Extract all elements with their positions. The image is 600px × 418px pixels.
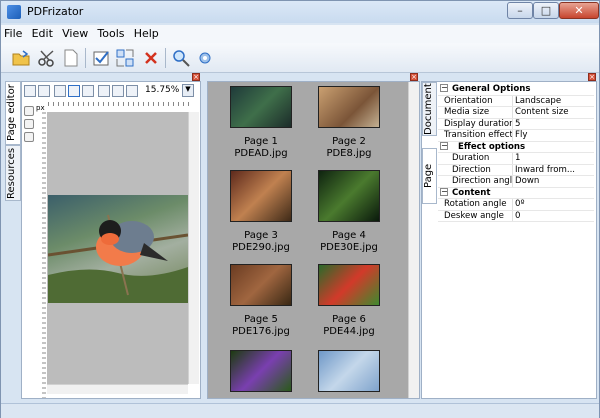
fit-width-icon[interactable] xyxy=(54,85,66,97)
properties-panel: × Document Page − General Options Orient… xyxy=(421,73,597,399)
page-file: PDEAD.jpg xyxy=(234,148,288,159)
category-content[interactable]: − Content xyxy=(438,187,594,199)
zoom-level[interactable]: 15.75% xyxy=(145,85,179,95)
page-thumbnail xyxy=(230,86,292,128)
menu-tools[interactable]: Tools xyxy=(94,25,127,42)
collapse-icon[interactable]: − xyxy=(440,84,448,92)
toolbar xyxy=(1,43,599,73)
editor-close-icon[interactable]: × xyxy=(192,73,200,81)
page-thumbnail xyxy=(318,170,380,222)
page-icon[interactable] xyxy=(38,85,50,97)
page-item-4[interactable]: Page 4 PDE30E.jpg xyxy=(304,170,394,254)
page-file: PDE8.jpg xyxy=(326,148,372,159)
scissors-icon[interactable] xyxy=(37,48,57,68)
app-icon xyxy=(7,5,21,19)
zoom-dropdown-icon[interactable]: ▼ xyxy=(182,84,194,97)
editor-toolbar: 15.75% ▼ xyxy=(24,83,200,101)
prop-direction-angle[interactable]: Direction angle Down xyxy=(438,176,594,188)
window-title: PDFrizator xyxy=(27,5,84,18)
pages-close-icon[interactable]: × xyxy=(410,73,418,81)
page-file: PDE30E.jpg xyxy=(320,242,378,253)
minimize-button[interactable]: – xyxy=(507,2,533,19)
page-label: Page 2 xyxy=(332,136,366,147)
select-icon[interactable] xyxy=(115,48,135,68)
page-item-2[interactable]: Page 2 PDE8.jpg xyxy=(304,86,394,160)
page-label: Page 1 xyxy=(244,136,278,147)
rotate-icon[interactable] xyxy=(126,85,138,97)
properties-close-icon[interactable]: × xyxy=(588,73,596,81)
prop-media-size[interactable]: Media size Content size xyxy=(438,107,594,119)
tab-page[interactable]: Page xyxy=(422,148,437,204)
ruler-unit: px xyxy=(36,104,45,112)
hand-tool-icon[interactable] xyxy=(24,106,34,116)
fit-height-icon[interactable] xyxy=(82,85,94,97)
editor-vertical-scrollbar[interactable] xyxy=(188,112,199,384)
page-label: Page 4 xyxy=(332,230,366,241)
prop-deskew-angle[interactable]: Deskew angle 0 xyxy=(438,210,594,222)
page-item-5[interactable]: Page 5 PDE176.jpg xyxy=(216,264,306,338)
page-item-3[interactable]: Page 3 PDE290.jpg xyxy=(216,170,306,254)
grid-icon[interactable] xyxy=(24,85,36,97)
collapse-icon[interactable]: − xyxy=(440,187,448,196)
prop-direction[interactable]: Direction Inward from... xyxy=(438,164,594,176)
crop-tool-icon[interactable] xyxy=(24,132,34,142)
tab-page-editor[interactable]: Page editor xyxy=(5,81,21,145)
page-thumbnail xyxy=(318,350,380,392)
check-icon[interactable] xyxy=(91,48,111,68)
page-label: Page 5 xyxy=(244,314,278,325)
prop-display-duration[interactable]: Display duration 5 xyxy=(438,118,594,130)
category-general[interactable]: − General Options xyxy=(438,84,594,96)
collapse-icon[interactable]: − xyxy=(440,141,448,150)
maximize-button[interactable]: □ xyxy=(533,2,559,19)
menu-view[interactable]: View xyxy=(59,25,91,42)
prop-orientation[interactable]: Orientation Landscape xyxy=(438,95,594,107)
open-icon[interactable] xyxy=(11,48,31,68)
delete-icon[interactable] xyxy=(141,48,161,68)
title-bar: PDFrizator – □ ✕ xyxy=(1,1,599,23)
close-button[interactable]: ✕ xyxy=(559,2,599,19)
page-item-6[interactable]: Page 6 PDE44.jpg xyxy=(304,264,394,338)
page-item-1[interactable]: Page 1 PDEAD.jpg xyxy=(216,86,306,160)
page-thumbnail xyxy=(318,86,380,128)
settings-icon[interactable] xyxy=(195,48,215,68)
prop-duration[interactable]: Duration 1 xyxy=(438,153,594,165)
search-icon[interactable] xyxy=(171,48,191,68)
horizontal-ruler xyxy=(48,102,189,112)
page-thumbnail xyxy=(230,264,292,306)
tab-document[interactable]: Document xyxy=(422,82,437,136)
page-thumbnail xyxy=(318,264,380,306)
page-label: Page 3 xyxy=(244,230,278,241)
page-editor-panel: × 15.75% ▼ px xyxy=(21,73,201,399)
flip-horizontal-icon[interactable] xyxy=(98,85,110,97)
menu-file[interactable]: File xyxy=(1,25,25,42)
menu-edit[interactable]: Edit xyxy=(29,25,56,42)
vertical-ruler xyxy=(36,112,46,398)
page-item-8[interactable] xyxy=(304,350,394,400)
editor-horizontal-scrollbar[interactable] xyxy=(47,384,188,394)
app-window: PDFrizator – □ ✕ File Edit View Tools He… xyxy=(0,0,600,418)
page-item-7[interactable] xyxy=(216,350,306,400)
status-bar xyxy=(1,403,599,418)
page-image xyxy=(48,195,188,303)
page-thumbnail xyxy=(230,170,292,222)
page-file: PDE290.jpg xyxy=(232,242,290,253)
page-label: Page 6 xyxy=(332,314,366,325)
page-thumbnail xyxy=(230,350,292,392)
property-grid: − General Options Orientation Landscape … xyxy=(438,84,594,222)
page-file: PDE44.jpg xyxy=(323,326,375,337)
menu-bar: File Edit View Tools Help xyxy=(1,25,599,43)
new-page-icon[interactable] xyxy=(61,48,81,68)
prop-transition-effect[interactable]: Transition effect Fly xyxy=(438,130,594,142)
page-file: PDE176.jpg xyxy=(232,326,290,337)
prop-rotation-angle[interactable]: Rotation angle 0º xyxy=(438,199,594,211)
pages-vertical-scrollbar[interactable] xyxy=(408,82,419,398)
tab-resources[interactable]: Resources xyxy=(5,145,21,201)
flip-vertical-icon[interactable] xyxy=(112,85,124,97)
category-effect[interactable]: − Effect options xyxy=(438,141,594,153)
fit-page-icon[interactable] xyxy=(68,85,80,97)
menu-help[interactable]: Help xyxy=(131,25,162,42)
rotate-tool-icon[interactable] xyxy=(24,119,34,129)
bullfinch-image xyxy=(48,214,188,303)
page-list-panel: × Page 1 PDEAD.jpg Page 2 PDE8.jpg Page … xyxy=(207,73,420,400)
